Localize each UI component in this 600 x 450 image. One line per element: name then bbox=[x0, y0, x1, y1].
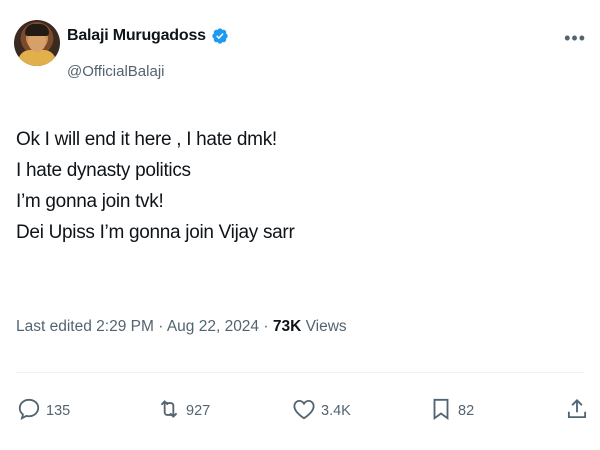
meta-separator: · bbox=[263, 318, 269, 335]
avatar-hair bbox=[25, 24, 49, 36]
divider bbox=[16, 372, 584, 373]
bookmark-icon bbox=[428, 396, 454, 426]
avatar[interactable] bbox=[14, 20, 60, 66]
views-label: Views bbox=[305, 318, 347, 335]
tweet-card: Balaji Murugadoss @OfficialBalaji ••• Ok… bbox=[0, 0, 600, 450]
tweet-line: Dei Upiss I’m gonna join Vijay sarr bbox=[16, 222, 295, 243]
tweet-line: Ok I will end it here , I hate dmk! bbox=[16, 129, 277, 150]
author-handle[interactable]: @OfficialBalaji bbox=[67, 63, 165, 80]
reply-button[interactable]: 135 bbox=[16, 396, 70, 426]
verified-badge-icon bbox=[211, 27, 229, 45]
tweet-text: Ok I will end it here , I hate dmk! I ha… bbox=[16, 124, 576, 248]
heart-icon bbox=[291, 396, 317, 426]
tweet-date[interactable]: Aug 22, 2024 bbox=[167, 318, 259, 335]
tweet-line: I hate dynasty politics bbox=[16, 160, 191, 181]
author-display-name[interactable]: Balaji Murugadoss bbox=[67, 27, 206, 45]
tweet-time[interactable]: 2:29 PM bbox=[96, 318, 154, 335]
bookmark-count: 82 bbox=[458, 403, 475, 419]
tweet-line: I’m gonna join tvk! bbox=[16, 191, 164, 212]
avatar-shirt bbox=[18, 50, 56, 66]
share-icon bbox=[564, 396, 590, 426]
reply-count: 135 bbox=[46, 403, 71, 419]
share-button[interactable] bbox=[564, 396, 590, 426]
views-count: 73K bbox=[272, 318, 302, 335]
author-name-row: Balaji Murugadoss bbox=[67, 27, 229, 45]
like-count: 3.4K bbox=[321, 403, 351, 419]
more-icon[interactable]: ••• bbox=[564, 28, 586, 49]
edited-label[interactable]: Last edited bbox=[16, 318, 92, 335]
meta-separator: · bbox=[158, 318, 164, 335]
bookmark-button[interactable]: 82 bbox=[428, 396, 474, 426]
action-bar: 135 927 3.4K 82 bbox=[16, 396, 588, 436]
like-button[interactable]: 3.4K bbox=[291, 396, 351, 426]
retweet-button[interactable]: 927 bbox=[156, 396, 210, 426]
retweet-count: 927 bbox=[186, 403, 211, 419]
reply-icon bbox=[16, 396, 42, 426]
tweet-meta: Last edited 2:29 PM · Aug 22, 2024 · 73K… bbox=[16, 318, 347, 336]
retweet-icon bbox=[156, 396, 182, 426]
